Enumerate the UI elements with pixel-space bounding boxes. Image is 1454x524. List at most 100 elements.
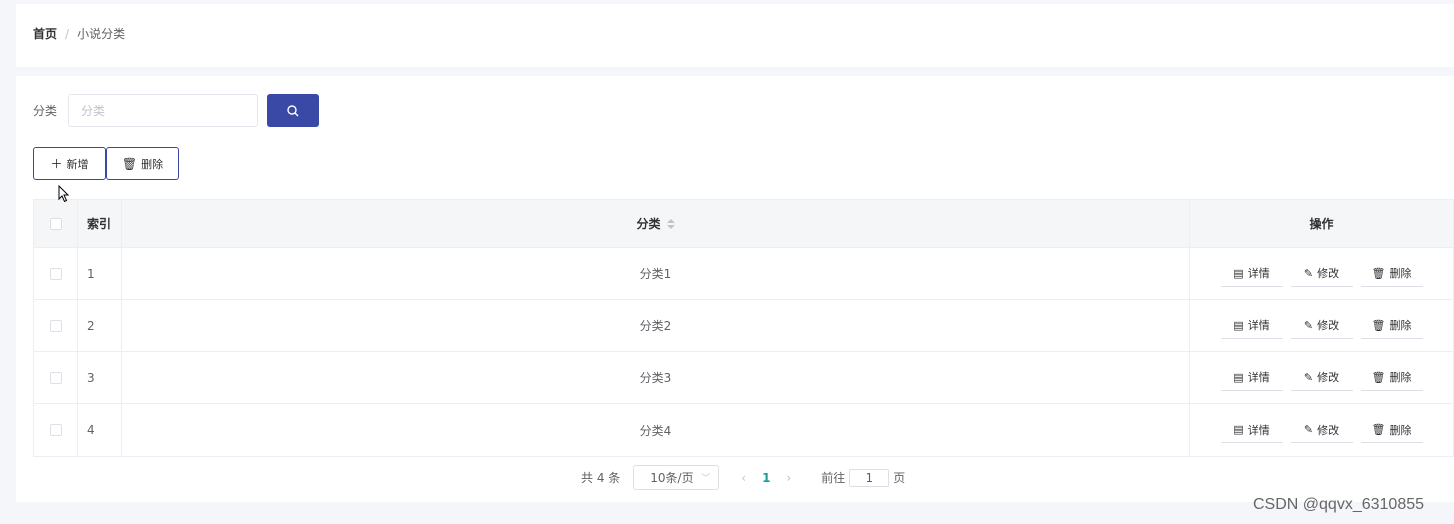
delete-label: 删除 (1389, 371, 1412, 384)
document-icon: ▤ (1233, 423, 1244, 436)
search-icon (287, 104, 299, 116)
trash-icon: 🗑 (1371, 423, 1386, 436)
document-icon: ▤ (1233, 318, 1244, 332)
breadcrumb-separator: / (65, 26, 70, 41)
select-all-checkbox[interactable] (49, 217, 62, 230)
pencil-icon: ✎ (1303, 318, 1314, 332)
row-checkbox-cell (34, 248, 78, 299)
row-checkbox[interactable] (49, 371, 62, 384)
add-button-label: 新增 (66, 157, 89, 171)
trash-icon: 🗑 (1371, 266, 1386, 280)
detail-button[interactable]: ▤ 详情 (1220, 312, 1283, 339)
breadcrumb-home[interactable]: 首页 (33, 25, 57, 42)
pagination: 共 4 条 10条/页 ﹀ ‹ 1 › 前往 页 (581, 465, 905, 490)
row-index: 3 (78, 352, 122, 403)
plus-icon: ＋ (50, 157, 63, 171)
delete-label: 删除 (1389, 267, 1412, 280)
table-row: 2 分类2 ▤ 详情 ✎ 修改 🗑 删除 (34, 300, 1453, 352)
breadcrumb: 首页 / 小说分类 (33, 25, 125, 42)
pencil-icon: ✎ (1303, 423, 1314, 436)
page-number-active[interactable]: 1 (762, 471, 770, 485)
table-header: 索引 分类 操作 (34, 200, 1453, 248)
batch-delete-label: 删除 (141, 157, 164, 171)
detail-label: 详情 (1247, 319, 1270, 332)
page-size-value: 10条/页 (650, 471, 694, 485)
row-operations: ▤ 详情 ✎ 修改 🗑 删除 (1190, 300, 1453, 351)
delete-label: 删除 (1389, 423, 1412, 437)
prev-page-icon[interactable]: ‹ (741, 471, 746, 485)
row-index: 1 (78, 248, 122, 299)
breadcrumb-current: 小说分类 (77, 27, 126, 41)
edit-label: 修改 (1317, 423, 1340, 437)
edit-button[interactable]: ✎ 修改 (1290, 260, 1353, 287)
edit-label: 修改 (1317, 319, 1340, 332)
edit-label: 修改 (1317, 371, 1340, 384)
row-operations: ▤ 详情 ✎ 修改 🗑 删除 (1190, 248, 1453, 299)
breadcrumb-card: 首页 / 小说分类 (16, 4, 1454, 67)
row-index: 4 (78, 404, 122, 456)
row-category: 分类2 (122, 300, 1190, 351)
detail-button[interactable]: ▤ 详情 (1220, 364, 1283, 391)
batch-delete-button[interactable]: 🗑 删除 (106, 147, 179, 180)
search-label: 分类 (33, 104, 58, 118)
row-category: 分类3 (122, 352, 1190, 403)
action-toolbar: ＋ 新增 🗑 删除 (33, 147, 179, 180)
table-row: 4 分类4 ▤ 详情 ✎ 修改 🗑 删除 (34, 404, 1453, 456)
next-page-icon[interactable]: › (786, 471, 791, 485)
edit-button[interactable]: ✎ 修改 (1290, 312, 1353, 339)
search-form: 分类 (33, 94, 319, 127)
main-card: 分类 ＋ 新增 🗑 删除 索引 分类 (16, 76, 1454, 502)
edit-button[interactable]: ✎ 修改 (1290, 417, 1353, 443)
pencil-icon: ✎ (1303, 266, 1314, 280)
category-table: 索引 分类 操作 1 分类1 ▤ 详情 ✎ 修改 🗑 删除 2 分类2 ▤ 详情… (33, 199, 1454, 457)
trash-icon: 🗑 (121, 156, 138, 171)
delete-button[interactable]: 🗑 删除 (1360, 312, 1423, 339)
edit-button[interactable]: ✎ 修改 (1290, 364, 1353, 391)
mouse-cursor-icon (58, 185, 70, 203)
row-operations: ▤ 详情 ✎ 修改 🗑 删除 (1190, 404, 1453, 456)
chevron-down-icon: ﹀ (701, 474, 711, 484)
row-checkbox-cell (34, 404, 78, 456)
delete-label: 删除 (1389, 319, 1412, 332)
delete-button[interactable]: 🗑 删除 (1360, 417, 1423, 443)
row-category: 分类4 (122, 404, 1190, 456)
goto-prefix: 前往 (821, 471, 846, 485)
edit-label: 修改 (1317, 267, 1340, 280)
row-operations: ▤ 详情 ✎ 修改 🗑 删除 (1190, 352, 1453, 403)
row-checkbox-cell (34, 300, 78, 351)
detail-label: 详情 (1247, 267, 1270, 280)
sort-icon[interactable] (666, 218, 675, 229)
delete-button[interactable]: 🗑 删除 (1360, 260, 1423, 287)
header-operations: 操作 (1309, 217, 1334, 231)
header-category-label: 分类 (636, 217, 661, 231)
watermark: CSDN @qqvx_6310855 (1253, 496, 1425, 513)
header-index: 索引 (78, 200, 122, 247)
row-checkbox[interactable] (49, 424, 62, 436)
document-icon: ▤ (1233, 370, 1244, 384)
delete-button[interactable]: 🗑 删除 (1360, 364, 1423, 391)
pagination-total: 共 4 条 (581, 471, 621, 485)
goto-page-input[interactable] (849, 468, 890, 487)
detail-button[interactable]: ▤ 详情 (1220, 417, 1283, 443)
detail-label: 详情 (1247, 423, 1270, 437)
header-category[interactable]: 分类 (122, 200, 1190, 247)
row-checkbox-cell (34, 352, 78, 403)
document-icon: ▤ (1233, 266, 1244, 280)
table-row: 1 分类1 ▤ 详情 ✎ 修改 🗑 删除 (34, 248, 1453, 300)
search-input[interactable] (68, 94, 258, 127)
row-checkbox[interactable] (49, 267, 62, 280)
page-size-select[interactable]: 10条/页 ﹀ (633, 465, 720, 490)
add-button[interactable]: ＋ 新增 (33, 147, 106, 180)
row-checkbox[interactable] (49, 319, 62, 332)
header-checkbox-cell (34, 200, 78, 247)
row-category: 分类1 (122, 248, 1190, 299)
trash-icon: 🗑 (1371, 370, 1386, 384)
pencil-icon: ✎ (1303, 370, 1314, 384)
table-row: 3 分类3 ▤ 详情 ✎ 修改 🗑 删除 (34, 352, 1453, 404)
search-button[interactable] (267, 94, 319, 127)
detail-button[interactable]: ▤ 详情 (1220, 260, 1283, 287)
trash-icon: 🗑 (1371, 318, 1386, 332)
row-index: 2 (78, 300, 122, 351)
detail-label: 详情 (1247, 371, 1270, 384)
goto-suffix: 页 (893, 471, 906, 485)
